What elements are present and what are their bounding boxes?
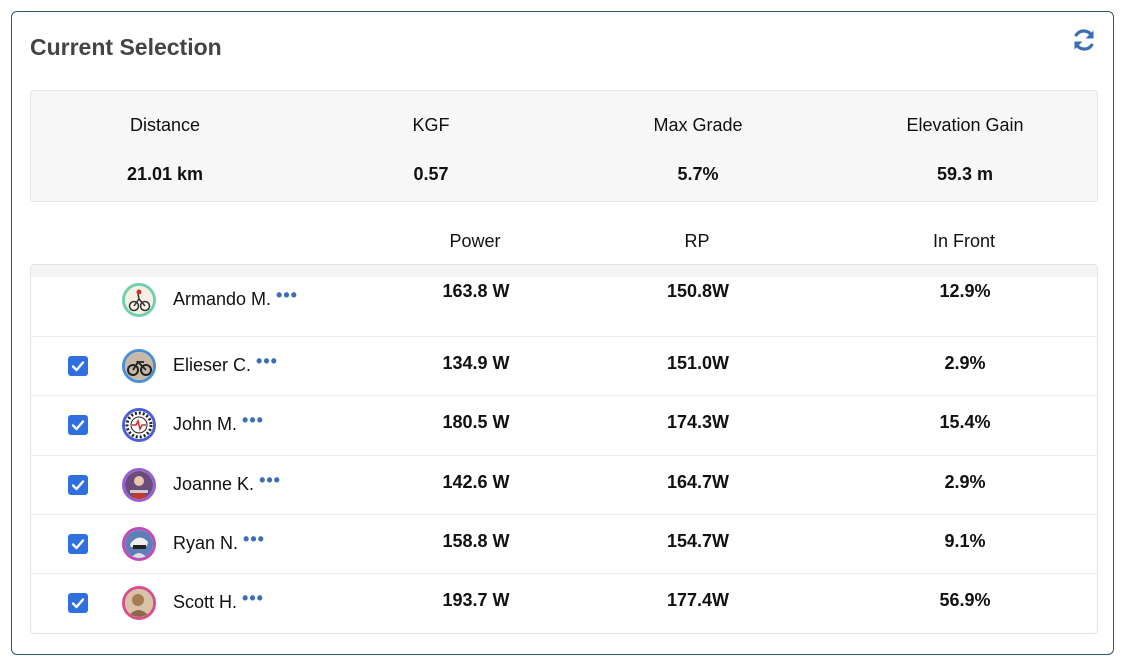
rider-name-label: John M. [173,414,238,434]
rider-name-label: Ryan N. [173,533,239,553]
rider-name-label: Scott H. [173,592,238,612]
row-checkbox[interactable] [68,593,88,613]
rider-avatar-icon [122,468,156,502]
power-cell: 158.8 W [442,531,510,551]
more-options-icon[interactable]: ••• [243,529,265,550]
rider-name-label: Armando M. [173,289,272,309]
rp-cell: 151.0W [666,353,730,373]
rider-name[interactable]: Ryan N. ••• [173,529,265,554]
table-row: Joanne K. ••• 142.6 W 164.7W 2.9% [31,456,1097,515]
column-header-rp: RP [684,231,710,251]
rider-avatar-icon [122,283,156,317]
rider-avatar-icon [122,586,156,620]
column-header-power: Power [449,231,501,251]
gear-avatar-icon [122,408,156,442]
more-options-icon[interactable]: ••• [256,351,278,372]
rp-cell: 174.3W [666,412,730,432]
power-cell: 163.8 W [442,281,510,301]
rider-name-label: Joanne K. [173,474,255,494]
refresh-icon[interactable] [1071,27,1097,53]
table-row: Armando M. ••• 163.8 W 150.8W 12.9% [31,265,1097,337]
row-checkbox[interactable] [68,534,88,554]
rp-cell: 164.7W [666,472,730,492]
check-icon [71,361,85,372]
table-row: Elieser C. ••• 134.9 W 151.0W 2.9% [31,337,1097,396]
more-options-icon[interactable]: ••• [259,470,281,491]
in-front-cell: 56.9% [939,590,991,610]
bike-avatar-icon [122,349,156,383]
column-header-in-front: In Front [932,231,996,251]
helmet-avatar-icon [122,527,156,561]
stat-kgf: KGF 0.57 [331,91,531,201]
table-row: John M. ••• 180.5 W 174.3W 15.4% [31,396,1097,456]
table-row: Scott H. ••• 193.7 W 177.4W 56.9% [31,574,1097,633]
stat-value: 59.3 m [936,164,994,184]
riders-table: Armando M. ••• 163.8 W 150.8W 12.9% Elieser C… [30,264,1098,634]
table-row: Ryan N. ••• 158.8 W 154.7W 9.1% [31,515,1097,574]
row-checkbox[interactable] [68,356,88,376]
in-front-cell: 9.1% [944,531,986,551]
in-front-cell: 2.9% [944,353,986,373]
check-icon [71,480,85,491]
row-checkbox[interactable] [68,415,88,435]
power-cell: 142.6 W [442,472,510,492]
stat-label: Elevation Gain [906,115,1024,135]
power-cell: 180.5 W [442,412,510,432]
rp-cell: 177.4W [666,590,730,610]
in-front-cell: 2.9% [944,472,986,492]
power-cell: 134.9 W [442,353,510,373]
stat-distance: Distance 21.01 km [65,91,265,201]
summary-stats: Distance 21.01 km KGF 0.57 Max Grade 5.7… [30,90,1098,202]
current-selection-panel: Current Selection Distance 21.01 km KGF … [11,11,1114,655]
stat-elevation-gain: Elevation Gain 59.3 m [865,91,1065,201]
rider-name[interactable]: Elieser C. ••• [173,351,278,376]
power-cell: 193.7 W [442,590,510,610]
more-options-icon[interactable]: ••• [242,410,264,431]
stat-label: Max Grade [653,115,743,135]
rider-name-label: Elieser C. [173,355,252,375]
more-options-icon[interactable]: ••• [276,285,298,306]
in-front-cell: 12.9% [939,281,991,301]
stat-value: 21.01 km [126,164,204,184]
row-checkbox[interactable] [68,475,88,495]
check-icon [71,539,85,550]
stat-value: 0.57 [413,164,449,184]
stat-label: KGF [412,115,450,135]
rider-name[interactable]: Scott H. ••• [173,588,264,613]
rider-name[interactable]: Joanne K. ••• [173,470,281,495]
stat-value: 5.7% [677,164,719,184]
rider-name[interactable]: John M. ••• [173,410,264,435]
rp-cell: 154.7W [666,531,730,551]
check-icon [71,420,85,431]
rider-name[interactable]: Armando M. ••• [173,285,298,310]
stat-max-grade: Max Grade 5.7% [598,91,798,201]
stat-label: Distance [129,115,201,135]
more-options-icon[interactable]: ••• [242,588,264,609]
rp-cell: 150.8W [666,281,730,301]
check-icon [71,598,85,609]
in-front-cell: 15.4% [939,412,991,432]
panel-title: Current Selection [30,34,222,60]
